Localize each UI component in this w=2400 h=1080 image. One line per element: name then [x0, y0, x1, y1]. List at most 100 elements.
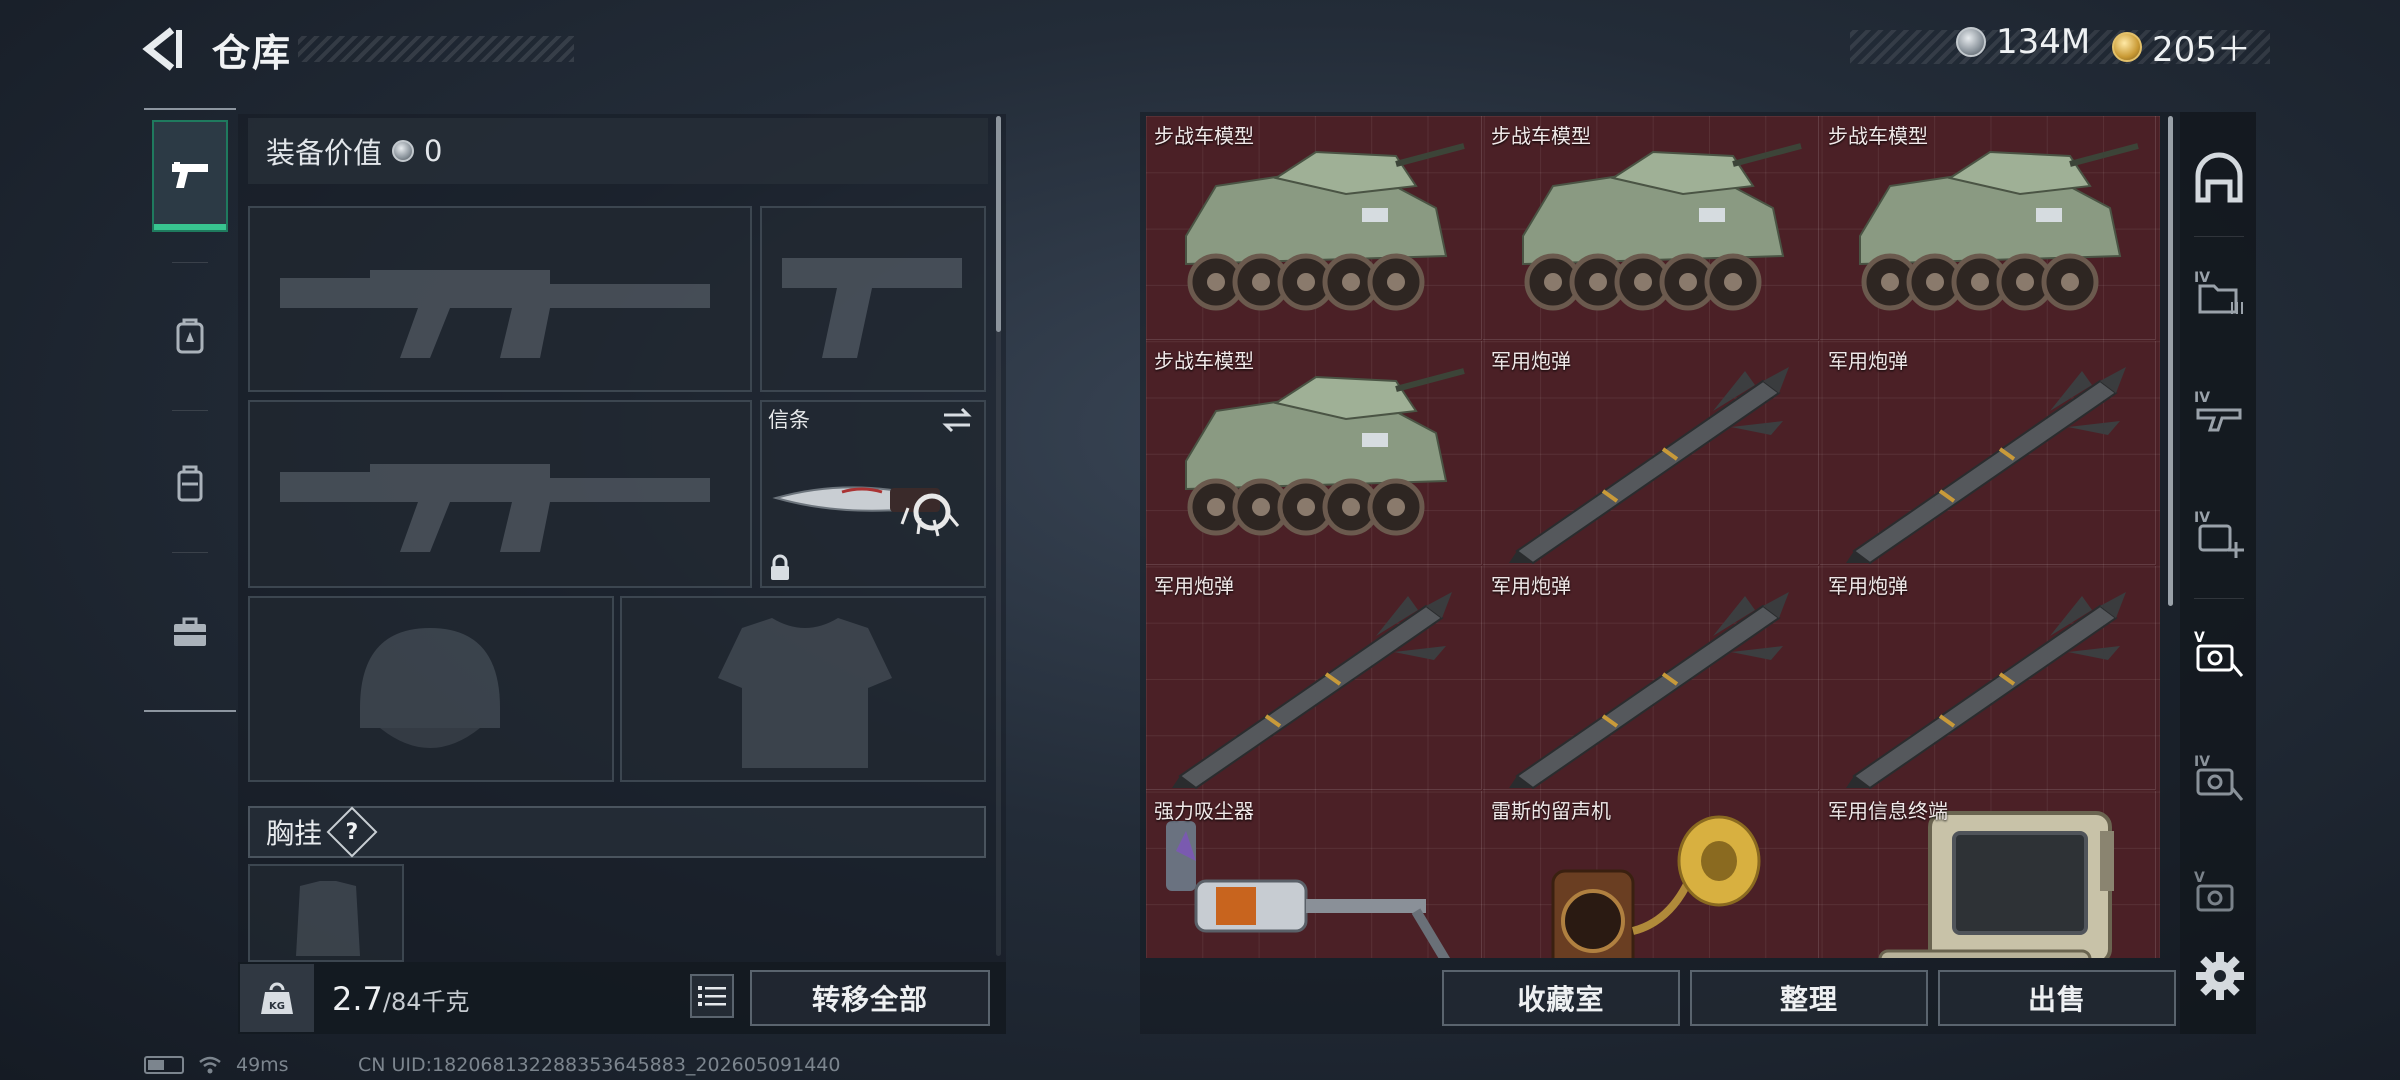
rig-icon — [177, 465, 203, 502]
back-button[interactable] — [142, 26, 188, 72]
storage-item-name: 军用炮弹 — [1491, 574, 1571, 598]
svg-text:IV: IV — [2194, 510, 2210, 526]
silver-coin-icon — [392, 140, 415, 162]
helmet-silhouette-icon — [360, 628, 500, 748]
tab-storage-iv-3[interactable]: IV — [2188, 502, 2250, 564]
storage-item-cell[interactable]: 军用炮弹 — [1820, 566, 2156, 790]
tab-storage-v-2[interactable]: V — [2188, 862, 2250, 924]
collectible-tier5-icon: V — [2194, 630, 2244, 677]
body-armor-slot[interactable] — [620, 596, 986, 782]
storage-scrollbar[interactable] — [2168, 116, 2173, 606]
storage-item-cell[interactable]: 强力吸尘器 — [1146, 791, 1482, 958]
tab-storage-v-active[interactable]: V — [2188, 622, 2250, 684]
tab-storage-iv-2[interactable]: IV — [2188, 382, 2250, 444]
svg-text:IV: IV — [2194, 270, 2210, 286]
storage-item-cell[interactable]: 军用炮弹 — [1820, 341, 2156, 565]
tab-separator — [2194, 236, 2244, 237]
help-button[interactable]: ? — [326, 806, 378, 858]
currency-gold-value: 205＋ — [2152, 30, 2251, 70]
equipment-value-bar: 装备价值 0 — [248, 118, 988, 184]
tab-all-storage[interactable] — [2188, 148, 2250, 210]
currency-silver[interactable]: 134M — [1956, 22, 2090, 62]
weight-icon-box: KG — [240, 964, 314, 1032]
storage-item-cell[interactable]: 步战车模型 — [1483, 116, 1819, 340]
pistol-silhouette-icon — [782, 258, 962, 358]
storage-item-name: 步战车模型 — [1828, 124, 1928, 148]
battery-icon — [144, 1056, 184, 1074]
lock-icon — [771, 554, 789, 580]
vehicle-image — [1185, 143, 1465, 311]
storage-item-name: 步战车模型 — [1491, 124, 1591, 148]
swap-icon[interactable] — [940, 406, 974, 434]
back-arrow-icon — [142, 27, 182, 71]
storage-item-cell[interactable]: 军用炮弹 — [1483, 341, 1819, 565]
rifle-silhouette-icon — [280, 464, 710, 552]
currency-silver-value: 134M — [1996, 22, 2091, 62]
tab-storage-iv-1[interactable]: IV — [2188, 262, 2250, 324]
storage-item-name: 步战车模型 — [1154, 124, 1254, 148]
list-icon — [698, 986, 726, 1006]
rail-tab-toolbox[interactable] — [152, 576, 228, 688]
gramophone-icon — [1551, 815, 1761, 958]
toolbox-icon — [174, 617, 206, 646]
uid-text: CN UID:18206813228835364588​3_2026050914… — [358, 1054, 841, 1076]
storage-item-cell[interactable]: 军用信息终端 — [1820, 791, 2156, 958]
currency-gold[interactable]: 205＋ — [2112, 22, 2251, 71]
chest-rig-slot[interactable] — [248, 864, 404, 962]
silver-coin-icon — [1956, 27, 1986, 57]
weight-current: 2.7 — [332, 980, 383, 1018]
tab-separator — [2194, 598, 2244, 599]
equipment-value: 0 — [424, 134, 443, 168]
knife-icon — [772, 486, 960, 537]
ping-value: 49ms — [236, 1054, 289, 1076]
help-icon: ? — [345, 819, 359, 845]
svg-text:V: V — [2194, 630, 2205, 646]
weight-readout: 2.7/84千克 — [332, 980, 470, 1018]
rail-tab-backpack[interactable] — [152, 280, 228, 392]
storage-item-cell[interactable]: 步战车模型 — [1146, 116, 1482, 340]
chest-rig-silhouette-icon — [296, 881, 360, 956]
missile-image — [1509, 367, 1789, 564]
camera-tier4-icon: IV — [2194, 754, 2244, 801]
storage-item-cell[interactable]: 军用炮弹 — [1483, 566, 1819, 790]
storage-item-cell[interactable]: 军用炮弹 — [1146, 566, 1482, 790]
missile-icon — [1846, 592, 2126, 789]
transfer-all-button[interactable]: 转移全部 — [750, 970, 990, 1026]
sell-button[interactable]: 出售 — [1938, 970, 2176, 1026]
tab-storage-iv-4[interactable]: IV — [2188, 746, 2250, 808]
storage-item-name: 步战车模型 — [1154, 349, 1254, 373]
helmet-slot[interactable] — [248, 596, 614, 782]
page-title: 仓库 — [212, 31, 293, 75]
storage-item-cell[interactable]: 步战车模型 — [1146, 341, 1482, 565]
primary-weapon-slot-2[interactable] — [248, 400, 752, 588]
rail-tab-rig[interactable] — [152, 428, 228, 540]
weapon-tier4-icon: IV — [2194, 390, 2242, 432]
storage-item-name: 军用炮弹 — [1828, 574, 1908, 598]
vehicle-image — [1185, 368, 1465, 536]
rifle-silhouette-icon — [280, 270, 710, 358]
missile-icon — [1172, 592, 1452, 789]
melee-item-name: 信条 — [768, 408, 810, 432]
storage-item-cell[interactable]: 步战车模型 — [1820, 116, 2156, 340]
armor-silhouette-icon — [718, 618, 892, 768]
list-view-button[interactable] — [690, 974, 734, 1018]
vehicle-model-icon — [1859, 143, 2139, 311]
vehicle-image — [1859, 143, 2139, 311]
storage-item-name: 强力吸尘器 — [1154, 799, 1254, 823]
backpack-icon — [176, 318, 204, 354]
sort-button[interactable]: 整理 — [1690, 970, 1928, 1026]
rail-separator — [172, 262, 208, 263]
svg-text:IV: IV — [2194, 390, 2210, 406]
storage-item-cell[interactable]: 雷斯的留声机 — [1483, 791, 1819, 958]
loadout-scrollbar[interactable] — [996, 116, 1001, 332]
primary-weapon-slot-1[interactable] — [248, 206, 752, 392]
weight-max: /84千克 — [382, 988, 470, 1016]
missile-icon — [1509, 367, 1789, 564]
warehouse-icon — [2195, 152, 2243, 203]
sidearm-slot[interactable] — [760, 206, 986, 392]
collection-room-button[interactable]: 收藏室 — [1442, 970, 1680, 1026]
storage-item-name: 军用信息终端 — [1828, 799, 1948, 823]
medkit-tier4-icon: IV — [2194, 510, 2244, 558]
rail-tab-weapons[interactable] — [152, 120, 228, 232]
gear-icon[interactable] — [2192, 948, 2248, 1004]
